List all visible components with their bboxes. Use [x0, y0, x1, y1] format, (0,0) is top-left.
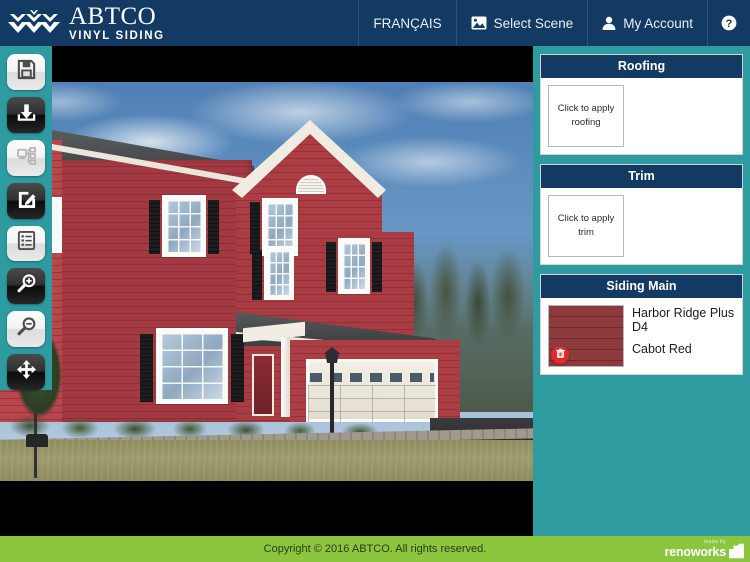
nav-help[interactable]: ?	[707, 0, 750, 46]
building-blocks-icon	[729, 543, 744, 559]
share-button[interactable]	[7, 139, 45, 176]
shutter	[208, 200, 219, 254]
app-footer: Copyright © 2016 ABTCO. All rights reser…	[0, 536, 750, 562]
nav-my-account-label: My Account	[623, 15, 693, 31]
zoom-in-button[interactable]	[7, 268, 45, 305]
svg-text:?: ?	[726, 18, 733, 30]
apply-roofing-button[interactable]: Click to apply roofing	[548, 85, 624, 147]
siding-main-panel-title: Siding Main	[541, 275, 742, 298]
scene-canvas[interactable]	[0, 46, 533, 536]
zoom-out-button[interactable]	[7, 311, 45, 348]
house-photo[interactable]	[0, 82, 533, 481]
delete-siding-button[interactable]	[551, 346, 569, 364]
shutter	[326, 242, 336, 292]
app-header: ABTCO VINYL SIDING FRANÇAIS Select Scene	[0, 0, 750, 46]
siding-color-name: Cabot Red	[632, 341, 692, 356]
trim-panel: Trim Click to apply trim	[540, 164, 743, 265]
nav-francais[interactable]: FRANÇAIS	[358, 0, 455, 46]
renoworks-attribution[interactable]: made by renoworks	[664, 539, 744, 559]
window-glass	[167, 200, 201, 252]
roofing-panel-title: Roofing	[541, 55, 742, 78]
trim-panel-title: Trim	[541, 165, 742, 188]
main-nav: FRANÇAIS Select Scene My Account ?	[358, 0, 750, 46]
window	[162, 195, 206, 257]
save-button[interactable]	[7, 54, 45, 90]
roofing-panel: Roofing Click to apply roofing	[540, 54, 743, 155]
trim-panel-body: Click to apply trim	[541, 188, 742, 264]
app-root: ABTCO VINYL SIDING FRANÇAIS Select Scene	[0, 0, 750, 562]
renoworks-brand-label: renoworks	[664, 544, 727, 559]
edit-button[interactable]	[7, 182, 45, 219]
window-glass	[269, 251, 289, 295]
move-arrows-icon	[16, 359, 37, 385]
list-button[interactable]	[7, 225, 45, 262]
window	[264, 246, 294, 300]
brand-logo[interactable]: ABTCO VINYL SIDING	[0, 0, 165, 46]
shutter	[372, 242, 382, 292]
nav-my-account[interactable]: My Account	[587, 0, 707, 46]
floppy-disk-icon	[16, 59, 37, 85]
roofing-panel-body: Click to apply roofing	[541, 78, 742, 154]
renoworks-wordmark: made by renoworks	[664, 539, 727, 559]
shutter	[140, 334, 153, 402]
nav-select-scene-label: Select Scene	[493, 15, 574, 31]
window-glass	[343, 243, 365, 289]
list-lines-icon	[16, 230, 37, 256]
nav-francais-label: FRANÇAIS	[373, 15, 442, 31]
image-icon	[471, 16, 487, 30]
apply-trim-button[interactable]: Click to apply trim	[548, 195, 624, 257]
download-button[interactable]	[7, 96, 45, 133]
materials-sidebar: Roofing Click to apply roofing Trim Clic…	[533, 46, 750, 536]
shutter	[231, 334, 244, 402]
help-circle-icon: ?	[721, 15, 737, 31]
garage-door-windows	[310, 373, 434, 382]
shutter	[252, 250, 262, 300]
window-glass	[161, 333, 223, 399]
window	[338, 238, 370, 294]
user-icon	[602, 16, 616, 30]
network-share-icon	[16, 145, 37, 171]
siding-product-name: Harbor Ridge Plus D4	[632, 306, 735, 334]
left-toolbar	[0, 46, 52, 390]
shutter	[149, 200, 160, 254]
brand-text: ABTCO VINYL SIDING	[69, 4, 165, 43]
brand-title: ABTCO	[69, 2, 157, 30]
pencil-edit-icon	[16, 188, 37, 214]
siding-swatch[interactable]	[548, 305, 624, 367]
magnifier-minus-icon	[16, 316, 37, 342]
siding-main-panel-body: Harbor Ridge Plus D4 Cabot Red	[541, 298, 742, 374]
magnifier-plus-icon	[16, 273, 37, 299]
download-tray-icon	[16, 102, 37, 128]
lawn	[0, 440, 533, 481]
siding-main-panel: Siding Main Harbor Ridge Plus D4 Cabot R…	[540, 274, 743, 375]
shutter	[250, 202, 260, 254]
chevron-cluster-logo-icon	[8, 8, 60, 38]
copyright-text: Copyright © 2016 ABTCO. All rights reser…	[263, 543, 487, 555]
nav-select-scene[interactable]: Select Scene	[455, 0, 588, 46]
window-glass	[267, 203, 293, 251]
pan-button[interactable]	[7, 354, 45, 390]
siding-details: Harbor Ridge Plus D4 Cabot Red	[632, 305, 735, 356]
trash-icon	[555, 346, 566, 364]
mailbox	[26, 434, 48, 447]
brand-subtitle: VINYL SIDING	[69, 29, 165, 42]
window	[156, 328, 228, 404]
window-glass	[53, 202, 57, 248]
